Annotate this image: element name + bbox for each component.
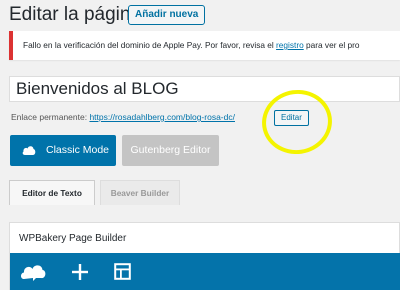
page-title: Editar la página (9, 4, 142, 25)
wpbakery-panel-title: WPBakery Page Builder (19, 233, 127, 244)
layout-template-icon[interactable] (110, 253, 134, 290)
add-new-button[interactable]: Añadir nueva (128, 5, 206, 25)
notice-link[interactable]: registro (276, 40, 304, 50)
tab-editor-de-texto[interactable]: Editor de Texto (9, 180, 95, 205)
post-title-value: Bienvenidos al BLOG (16, 79, 179, 98)
post-title-input[interactable]: Bienvenidos al BLOG (9, 76, 400, 102)
permalink-url[interactable]: https://rosadahlberg.com/blog-rosa-dc/ (89, 112, 235, 122)
tab-beaver-builder[interactable]: Beaver Builder (100, 180, 180, 205)
error-notice: Fallo en la verificación del dominio de … (9, 31, 400, 60)
wpbakery-logo-icon[interactable] (18, 253, 48, 290)
classic-mode-button[interactable]: Classic Mode (10, 135, 116, 166)
gutenberg-editor-button[interactable]: Gutenberg Editor (122, 135, 219, 166)
cloud-icon (22, 146, 36, 155)
permalink-label: Enlace permanente: (11, 112, 88, 122)
notice-text-before: Fallo en la verificación del dominio de … (23, 40, 277, 50)
classic-mode-label: Classic Mode (46, 144, 110, 156)
permalink: Enlace permanente: https://rosadahlberg.… (11, 112, 235, 122)
wpbakery-toolbar (10, 253, 400, 290)
notice-message: Fallo en la verificación del dominio de … (23, 40, 360, 50)
notice-text-after: para ver el pro (303, 40, 360, 50)
plus-icon[interactable] (68, 253, 92, 290)
